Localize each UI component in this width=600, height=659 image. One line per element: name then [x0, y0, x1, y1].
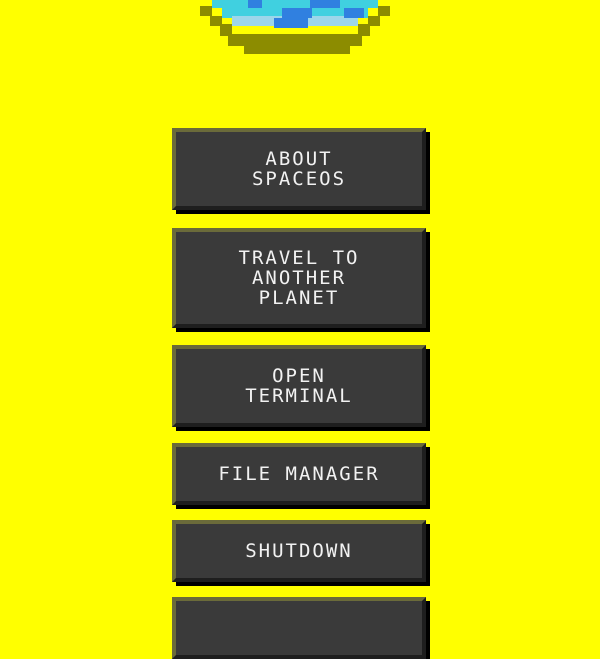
- open-terminal-label: OPEN TERMINAL: [245, 365, 353, 407]
- travel-label: TRAVEL TO ANOTHER PLANET: [238, 247, 360, 309]
- file-manager-label: FILE MANAGER: [218, 463, 380, 485]
- file-manager-button[interactable]: FILE MANAGER: [172, 443, 426, 505]
- open-terminal-button[interactable]: OPEN TERMINAL: [172, 345, 426, 427]
- about-spaceos-label: ABOUT SPACEOS: [251, 148, 347, 190]
- travel-to-another-planet-button[interactable]: TRAVEL TO ANOTHER PLANET: [172, 228, 426, 328]
- main-menu: ABOUT SPACEOS TRAVEL TO ANOTHER PLANET O…: [0, 0, 600, 659]
- menu-button-partially-visible[interactable]: [172, 597, 426, 659]
- shutdown-button[interactable]: SHUTDOWN: [172, 520, 426, 582]
- shutdown-label: SHUTDOWN: [245, 540, 353, 562]
- about-spaceos-button[interactable]: ABOUT SPACEOS: [172, 128, 426, 210]
